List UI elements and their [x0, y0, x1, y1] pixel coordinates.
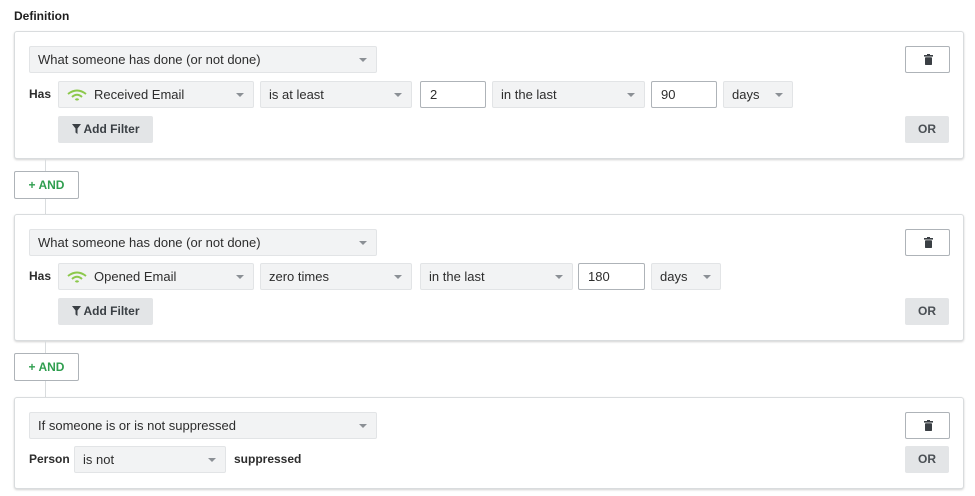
operator-select[interactable]: is not — [74, 446, 226, 473]
timeframe-select[interactable]: in the last — [420, 263, 573, 290]
condition-type-select[interactable]: What someone has done (or not done) — [29, 46, 377, 73]
operator-select[interactable]: is at least — [260, 81, 412, 108]
unit-value: days — [732, 87, 760, 102]
chevron-down-icon — [627, 93, 635, 97]
chevron-down-icon — [236, 93, 244, 97]
trash-icon — [924, 54, 933, 65]
unit-select[interactable]: days — [723, 81, 793, 108]
condition-card-2: What someone has done (or not done) Has … — [14, 214, 964, 341]
chevron-down-icon — [359, 241, 367, 245]
subject-label: Person — [29, 452, 70, 466]
subject-label: Has — [29, 87, 52, 101]
add-filter-button[interactable]: Add Filter — [58, 298, 153, 325]
or-button[interactable]: OR — [905, 446, 949, 473]
or-button[interactable]: OR — [905, 116, 949, 143]
condition-type-select[interactable]: What someone has done (or not done) — [29, 229, 377, 256]
condition-card-3: If someone is or is not suppressed Perso… — [14, 397, 964, 489]
trash-icon — [924, 420, 933, 431]
delete-condition-button[interactable] — [905, 46, 950, 73]
delete-condition-button[interactable] — [905, 229, 950, 256]
chevron-down-icon — [555, 275, 563, 279]
operator-select[interactable]: zero times — [260, 263, 412, 290]
condition-type-value: If someone is or is not suppressed — [38, 418, 236, 433]
add-filter-label: Add Filter — [83, 304, 140, 318]
timeframe-value: in the last — [429, 269, 485, 284]
delete-condition-button[interactable] — [905, 412, 950, 439]
and-button[interactable]: + AND — [14, 171, 79, 199]
operator-value: is at least — [269, 87, 324, 102]
operator-value: is not — [83, 452, 115, 467]
chevron-down-icon — [359, 424, 367, 428]
timeframe-select[interactable]: in the last — [492, 81, 645, 108]
condition-type-value: What someone has done (or not done) — [38, 52, 261, 67]
and-connector-line — [45, 159, 46, 171]
page-heading: Definition — [14, 9, 70, 23]
amount-input[interactable]: 180 — [578, 263, 645, 290]
count-value: 2 — [430, 87, 438, 102]
amount-value: 90 — [661, 87, 676, 102]
add-filter-label: Add Filter — [83, 122, 140, 136]
signal-icon — [67, 271, 87, 283]
metric-select[interactable]: Opened Email — [58, 263, 254, 290]
unit-value: days — [660, 269, 688, 284]
suppressed-label: suppressed — [234, 452, 302, 466]
chevron-down-icon — [208, 458, 216, 462]
chevron-down-icon — [359, 58, 367, 62]
operator-value: zero times — [269, 269, 329, 284]
amount-input[interactable]: 90 — [651, 81, 717, 108]
chevron-down-icon — [394, 275, 402, 279]
add-filter-button[interactable]: Add Filter — [58, 116, 153, 143]
condition-type-select[interactable]: If someone is or is not suppressed — [29, 412, 377, 439]
and-connector-line — [45, 199, 46, 214]
and-connector-line — [45, 341, 46, 353]
chevron-down-icon — [394, 93, 402, 97]
metric-select[interactable]: Received Email — [58, 81, 254, 108]
metric-value: Received Email — [94, 87, 185, 102]
subject-label: Has — [29, 269, 52, 283]
funnel-icon — [71, 306, 81, 316]
and-connector-line — [45, 381, 46, 397]
funnel-icon — [71, 124, 81, 134]
condition-type-value: What someone has done (or not done) — [38, 235, 261, 250]
amount-value: 180 — [588, 269, 610, 284]
metric-value: Opened Email — [94, 269, 177, 284]
timeframe-value: in the last — [501, 87, 557, 102]
unit-select[interactable]: days — [651, 263, 721, 290]
chevron-down-icon — [775, 93, 783, 97]
chevron-down-icon — [703, 275, 711, 279]
signal-icon — [67, 89, 87, 101]
condition-card-1: What someone has done (or not done) Has … — [14, 31, 964, 159]
count-input[interactable]: 2 — [420, 81, 486, 108]
trash-icon — [924, 237, 933, 248]
or-button[interactable]: OR — [905, 298, 949, 325]
chevron-down-icon — [236, 275, 244, 279]
and-button[interactable]: + AND — [14, 353, 79, 381]
